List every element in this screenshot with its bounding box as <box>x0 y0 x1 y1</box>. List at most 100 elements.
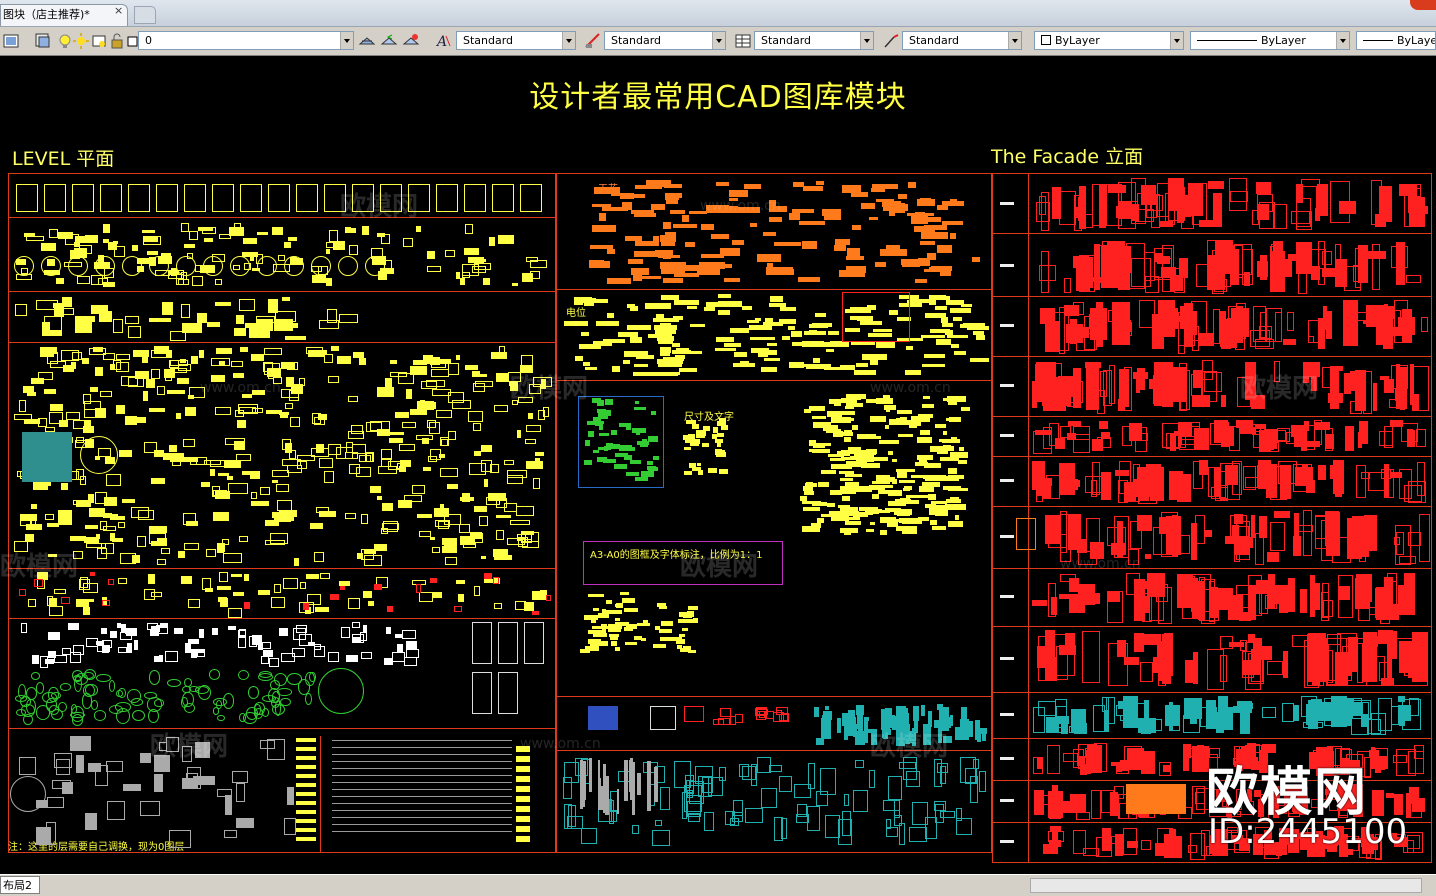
close-icon[interactable]: × <box>114 4 123 17</box>
new-tab-button[interactable] <box>134 6 156 24</box>
cad-block-symbol <box>294 558 299 566</box>
color-swatch-icon <box>1041 35 1051 45</box>
cad-block-symbol <box>626 471 640 477</box>
cad-block-symbol <box>1218 706 1233 730</box>
cad-block-symbol <box>1295 184 1303 203</box>
dimension-style-dropdown[interactable]: Standard <box>604 31 726 50</box>
cad-block-symbol <box>589 766 593 792</box>
layer-viewport-icon[interactable] <box>90 32 108 50</box>
cad-block-symbol <box>168 830 191 848</box>
cad-block-symbol <box>162 301 173 316</box>
cad-block-symbol <box>1164 704 1181 726</box>
cad-block-symbol <box>71 713 84 726</box>
cad-block-symbol <box>1402 309 1412 343</box>
cad-block-symbol <box>332 768 512 769</box>
cad-block-symbol <box>787 326 795 330</box>
cad-block-symbol <box>431 547 440 554</box>
cad-block-symbol <box>970 358 989 363</box>
cad-block-symbol <box>934 800 947 812</box>
cad-block-symbol <box>58 509 72 518</box>
cad-block-symbol <box>318 668 364 714</box>
lineweight-dropdown[interactable]: ByLaye <box>1356 31 1436 50</box>
cad-block-symbol <box>184 184 206 212</box>
cad-block-symbol <box>1378 185 1392 222</box>
cad-block-symbol <box>1404 485 1422 502</box>
cad-block-symbol <box>430 359 446 369</box>
cad-block-symbol <box>880 529 887 535</box>
cad-block-symbol <box>96 640 105 646</box>
cad-block-symbol <box>454 606 462 613</box>
cad-block-symbol <box>806 363 832 370</box>
document-tab[interactable]: 图块（店主推荐)* <box>0 4 128 26</box>
cad-block-symbol <box>1326 310 1333 340</box>
cad-block-symbol <box>46 595 54 607</box>
layer-dropdown[interactable]: 0 <box>138 31 354 50</box>
cad-block-symbol <box>259 740 276 749</box>
dimension-style-icon[interactable] <box>584 32 602 50</box>
horizontal-scrollbar[interactable] <box>1030 878 1422 893</box>
cad-block-symbol <box>296 738 316 742</box>
table-style-icon[interactable] <box>734 32 752 50</box>
facade-row <box>992 356 1432 357</box>
watermark-url: www.om.cn <box>520 736 601 752</box>
cad-block-symbol <box>1034 795 1050 805</box>
make-current-layer-icon[interactable] <box>358 32 376 50</box>
cad-block-symbol <box>928 299 936 306</box>
cad-block-symbol <box>40 243 56 252</box>
cad-block-symbol <box>332 831 512 832</box>
cad-block-symbol <box>1077 197 1084 221</box>
cad-block-symbol <box>949 233 957 239</box>
cad-block-symbol <box>857 706 863 727</box>
cad-block-symbol <box>1204 589 1220 622</box>
cad-block-symbol <box>61 307 74 316</box>
cad-block-symbol <box>100 520 108 531</box>
cad-block-symbol <box>126 643 133 654</box>
cad-block-symbol <box>233 328 246 337</box>
multileader-style-icon[interactable] <box>882 32 900 50</box>
cad-block-symbol <box>651 830 670 847</box>
cad-block-symbol <box>200 481 210 487</box>
multileader-style-dropdown[interactable]: Standard <box>902 31 1022 50</box>
layer-manager-icon[interactable] <box>2 32 20 50</box>
layer-state-icon[interactable] <box>34 32 52 50</box>
cad-block-symbol <box>950 307 972 313</box>
cad-block-symbol <box>659 636 675 641</box>
cad-block-symbol <box>919 430 930 435</box>
cad-block-symbol <box>1326 512 1340 556</box>
cad-block-symbol <box>1237 701 1252 714</box>
cad-block-symbol <box>296 774 316 778</box>
cad-block-symbol <box>924 474 947 481</box>
cad-block-symbol <box>251 501 269 506</box>
cad-block-symbol <box>212 512 229 521</box>
app-logo-icon <box>1410 0 1436 10</box>
cad-block-symbol <box>818 482 829 488</box>
cad-block-symbol <box>1073 830 1086 854</box>
cad-block-symbol <box>781 335 791 340</box>
color-dropdown[interactable]: ByLayer <box>1034 31 1184 50</box>
cad-block-symbol <box>1231 461 1242 495</box>
cad-block-symbol <box>316 443 324 453</box>
cad-block-symbol <box>624 608 639 613</box>
layout-tab[interactable]: 布局2 <box>0 876 40 894</box>
linetype-dropdown[interactable]: ByLayer <box>1190 31 1350 50</box>
text-style-dropdown[interactable]: Standard <box>456 31 576 50</box>
cad-block-symbol <box>1157 586 1172 624</box>
cad-block-symbol <box>919 486 934 493</box>
cad-block-symbol <box>938 438 947 442</box>
layer-freeze-icon[interactable] <box>72 32 90 50</box>
layer-isolate-icon[interactable] <box>402 32 420 50</box>
cad-block-symbol <box>634 212 657 218</box>
cad-block-symbol <box>121 498 136 504</box>
cad-block-symbol <box>377 496 382 501</box>
cad-block-symbol <box>1032 706 1045 733</box>
table-style-dropdown[interactable]: Standard <box>754 31 874 50</box>
cad-block-symbol <box>1287 312 1295 331</box>
cad-block-symbol <box>1081 630 1100 684</box>
layer-previous-icon[interactable] <box>380 32 398 50</box>
cad-block-symbol <box>1059 191 1076 225</box>
text-style-icon[interactable]: A <box>434 32 452 50</box>
cad-block-symbol <box>191 275 204 286</box>
drawing-canvas[interactable]: 设计者最常用CAD图库模块 LEVEL 平面 The Facade 立面 天花 … <box>0 56 1436 874</box>
cad-block-symbol <box>1208 719 1217 730</box>
cad-block-symbol <box>296 184 318 212</box>
